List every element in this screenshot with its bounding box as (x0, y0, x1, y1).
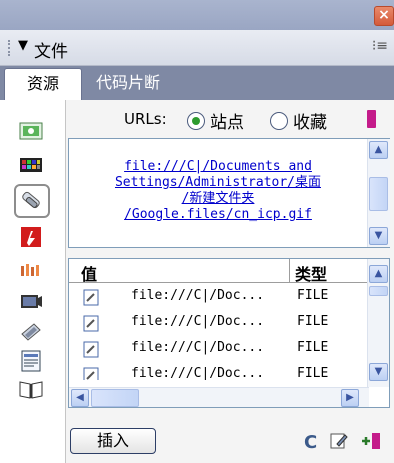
image-icon[interactable] (18, 118, 44, 144)
url-link-icon[interactable] (14, 184, 50, 218)
refresh-icon[interactable]: C (304, 432, 317, 453)
scroll-thumb[interactable] (369, 286, 388, 296)
scroll-thumb[interactable] (369, 177, 388, 211)
row-value: file:///C|/Doc... (131, 314, 265, 329)
template-icon[interactable] (18, 348, 44, 374)
row-value: file:///C|/Doc... (131, 288, 265, 303)
radio-favorites[interactable] (270, 112, 288, 130)
scroll-thumb[interactable] (91, 389, 139, 407)
scroll-left-icon[interactable]: ◀ (71, 389, 89, 407)
url-file-icon (83, 289, 99, 306)
row-type: FILE (297, 314, 329, 329)
script-icon[interactable] (18, 318, 44, 344)
scroll-down-icon[interactable]: ▼ (369, 363, 388, 381)
row-value: file:///C|/Doc... (131, 340, 265, 355)
table-row[interactable]: file:///C|/Doc... FILE (69, 285, 369, 310)
edit-icon[interactable] (330, 432, 348, 450)
tab-snippets[interactable]: 代码片断 (96, 68, 160, 98)
asset-category-toolbar (0, 100, 66, 463)
table-vertical-scrollbar[interactable]: ▲ ▼ (367, 259, 389, 387)
radio-favorites-label[interactable]: 收藏 (293, 108, 327, 133)
tab-resources[interactable]: 资源 (4, 68, 82, 100)
insert-button[interactable]: 插入 (70, 428, 156, 454)
url-preview: file:///C|/Documents and Settings/Admini… (68, 138, 390, 248)
grip-handle-icon[interactable] (8, 40, 14, 56)
panel-title: 文件 (34, 42, 68, 62)
list-menu-icon[interactable]: ⁝≡ (372, 38, 388, 54)
preview-link[interactable]: file:///C|/Documents and Settings/Admini… (69, 159, 367, 223)
flash-icon[interactable] (18, 224, 44, 250)
bookmark-icon[interactable] (367, 110, 376, 128)
radio-site[interactable] (187, 112, 205, 130)
table-row[interactable]: file:///C|/Doc... FILE (69, 311, 369, 336)
scroll-right-icon[interactable]: ▶ (341, 389, 359, 407)
radio-site-label[interactable]: 站点 (210, 108, 244, 133)
add-to-favorites-icon[interactable] (360, 432, 394, 450)
url-file-icon (83, 315, 99, 332)
url-file-icon (83, 341, 99, 358)
table-row[interactable]: file:///C|/Doc... FILE (69, 363, 369, 380)
colors-icon[interactable] (18, 152, 44, 178)
scroll-up-icon[interactable]: ▲ (369, 265, 388, 283)
preview-line: Settings/Administrator/桌面 (114, 175, 321, 190)
collapse-arrow-icon[interactable]: ▼ (18, 38, 28, 53)
table-row[interactable]: file:///C|/Doc... FILE (69, 337, 369, 362)
column-header-type[interactable]: 类型 (295, 261, 327, 285)
shockwave-icon[interactable] (18, 258, 44, 284)
row-type: FILE (297, 366, 329, 380)
movie-icon[interactable] (18, 288, 44, 314)
column-divider[interactable] (289, 259, 290, 283)
close-button[interactable]: × (374, 6, 394, 26)
scroll-up-icon[interactable]: ▲ (369, 141, 388, 159)
radio-selected-dot (192, 117, 200, 125)
urls-label: URLs: (124, 110, 167, 128)
row-type: FILE (297, 288, 329, 303)
scroll-down-icon[interactable]: ▼ (369, 227, 388, 245)
table-header: 值 类型 (69, 259, 369, 285)
preview-line: /新建文件夹 (181, 191, 255, 206)
panel-header[interactable]: ▼ 文件 ⁝≡ (0, 30, 394, 66)
asset-table: 值 类型 file:///C|/Doc... FILE file:///C|/D… (68, 258, 390, 408)
table-horizontal-scrollbar[interactable]: ◀ ▶ (69, 387, 369, 407)
column-header-value[interactable]: 值 (81, 261, 97, 285)
title-bar (0, 0, 394, 30)
url-file-icon (83, 367, 99, 380)
row-type: FILE (297, 340, 329, 355)
library-icon[interactable] (18, 376, 44, 402)
preview-scrollbar[interactable]: ▲ ▼ (367, 139, 390, 247)
row-value: file:///C|/Doc... (131, 366, 265, 380)
preview-line: /Google.files/cn_icp.gif (124, 207, 312, 222)
tab-strip: 资源 代码片断 (0, 66, 394, 100)
preview-line: file:///C|/Documents and (124, 159, 312, 174)
